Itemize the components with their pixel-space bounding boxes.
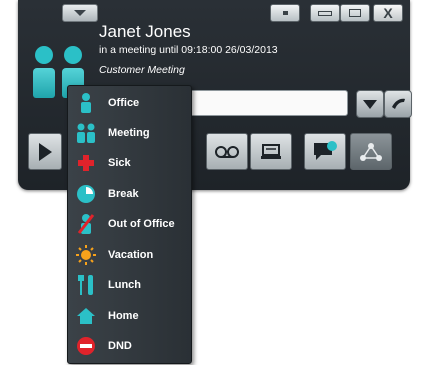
menu-item-lunch[interactable]: Lunch <box>68 271 191 299</box>
menu-item-dnd[interactable]: DND <box>68 332 191 360</box>
chevron-down-icon <box>74 10 86 16</box>
collapse-button[interactable] <box>62 4 98 22</box>
phone-icon <box>392 98 405 109</box>
network-icon <box>360 142 382 161</box>
do-not-disturb-icon <box>74 334 98 358</box>
mini-icon <box>282 11 288 15</box>
menu-item-label: Home <box>108 310 139 322</box>
house-icon <box>74 304 98 328</box>
history-button[interactable] <box>250 133 292 170</box>
agent-name: Janet Jones <box>99 22 191 41</box>
chat-icon <box>314 140 337 160</box>
voicemail-icon <box>215 145 239 158</box>
close-button[interactable]: X <box>373 4 403 22</box>
people-icon <box>74 121 98 145</box>
menu-item-label: Meeting <box>108 127 150 139</box>
status-detail: in a meeting until 09:18:00 26/03/2013 <box>99 44 278 56</box>
close-icon: X <box>383 5 393 21</box>
sun-icon <box>74 243 98 267</box>
minimize-button[interactable] <box>310 4 340 22</box>
call-button[interactable] <box>384 90 412 118</box>
chevron-down-icon <box>363 99 377 109</box>
menu-item-vacation[interactable]: Vacation <box>68 241 191 269</box>
menu-item-label: Sick <box>108 157 131 169</box>
menu-item-label: Lunch <box>108 279 141 291</box>
menu-item-home[interactable]: Home <box>68 302 191 330</box>
menu-item-label: Out of Office <box>108 218 175 230</box>
menu-item-label: Office <box>108 97 140 109</box>
red-cross-icon <box>74 151 98 175</box>
meeting-title: Customer Meeting <box>99 64 185 76</box>
menu-item-meeting[interactable]: Meeting <box>68 119 191 147</box>
cutlery-icon <box>74 273 98 297</box>
list-icon <box>261 143 281 159</box>
dial-dropdown-button[interactable] <box>356 90 384 118</box>
network-button[interactable] <box>350 133 392 170</box>
maximize-icon <box>349 9 361 17</box>
play-button[interactable] <box>28 133 62 170</box>
status-menu: Office Meeting Sick Break Out of Office … <box>67 85 192 364</box>
chat-button[interactable] <box>304 133 346 170</box>
voicemail-button[interactable] <box>206 133 248 170</box>
person-icon <box>74 91 98 115</box>
menu-item-label: Break <box>108 188 139 200</box>
avatar <box>33 46 55 100</box>
menu-item-label: DND <box>108 340 132 352</box>
mini-mode-button[interactable] <box>270 4 300 22</box>
maximize-button[interactable] <box>340 4 370 22</box>
menu-item-label: Vacation <box>108 249 154 261</box>
menu-item-office[interactable]: Office <box>68 89 191 117</box>
menu-item-sick[interactable]: Sick <box>68 149 191 177</box>
out-of-office-icon <box>74 212 98 236</box>
minimize-icon <box>318 10 332 16</box>
play-icon <box>38 142 52 161</box>
dial-input[interactable] <box>188 90 348 116</box>
menu-item-break[interactable]: Break <box>68 180 191 208</box>
clock-icon <box>74 182 98 206</box>
menu-item-out-of-office[interactable]: Out of Office <box>68 210 191 238</box>
